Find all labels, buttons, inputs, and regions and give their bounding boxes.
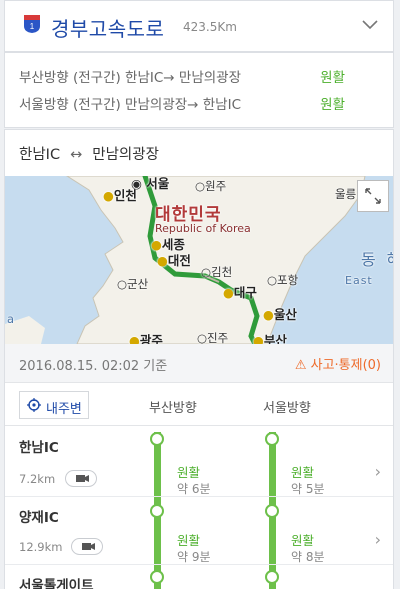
status-label: 부산방향 (전구간) 한남IC→ 만남의광장 <box>19 70 242 86</box>
ic-name: 양재IC <box>19 510 59 526</box>
city-label-busan: ●부산 <box>253 333 287 344</box>
highway-header[interactable]: 1 경부고속도로 423.5Km <box>4 0 394 52</box>
city-label-ulleung: 울릉 <box>335 187 357 201</box>
warning-icon: ⚠ <box>294 358 307 373</box>
sea-label-en: East <box>345 274 373 287</box>
section-row[interactable]: 양재IC 12.9km 원활 약 9분 원활 약 8분 › <box>5 496 393 566</box>
nearby-label: 내주변 <box>46 402 82 417</box>
cctv-button[interactable] <box>71 538 103 555</box>
expand-icon <box>365 188 381 204</box>
city-label-gwangju: ●광주 <box>129 333 163 344</box>
section-row[interactable]: 서울톨게이트 <box>5 564 393 589</box>
city-label-wonju: ○원주 <box>195 179 227 193</box>
node-marker <box>265 570 279 584</box>
tab-seoul-direction[interactable]: 서울방향 <box>263 397 311 416</box>
highway-shield-icon: 1 <box>24 15 40 33</box>
chevron-down-icon[interactable] <box>361 15 379 33</box>
direction-tabs: 내주변 부산방향 서울방향 <box>5 382 393 426</box>
node-marker <box>150 432 164 446</box>
seoul-status: 원활 <box>291 533 315 548</box>
section-row[interactable]: 한남IC 7.2km 원활 약 6분 원활 약 5분 › <box>5 426 393 496</box>
chevron-right-icon: › <box>374 462 381 481</box>
location-target-icon <box>27 398 41 412</box>
seoul-status: 원활 <box>291 465 315 480</box>
ic-distance: 12.9km <box>19 540 63 554</box>
tab-busan-direction[interactable]: 부산방향 <box>149 397 197 416</box>
node-marker <box>265 432 279 446</box>
busan-time: 약 6분 <box>177 482 211 496</box>
cctv-button[interactable] <box>65 470 97 487</box>
route-from: 한남IC <box>19 147 61 163</box>
route-number: 1 <box>30 22 35 31</box>
page: 1 경부고속도로 423.5Km 부산방향 (전구간) 한남IC→ 만남의광장 … <box>0 0 400 589</box>
incident-alert-link[interactable]: ⚠ 사고·통제(0) <box>295 354 381 373</box>
route-title: 한남IC ↔ 만남의광장 <box>19 143 159 164</box>
city-label-incheon: ●인천 <box>103 188 137 203</box>
sea-label: 동 해 <box>361 250 393 269</box>
status-row-busan: 부산방향 (전구간) 한남IC→ 만남의광장 원활 <box>19 66 373 86</box>
busan-status: 원활 <box>177 465 201 480</box>
highway-title: 경부고속도로 <box>51 17 165 41</box>
camera-icon <box>82 543 95 550</box>
node-marker <box>150 504 164 518</box>
city-label-daejeon: ●대전 <box>157 253 191 268</box>
city-label-pohang: ○포항 <box>267 273 299 287</box>
seoul-time: 약 5분 <box>291 482 325 496</box>
status-row-seoul: 서울방향 (전구간) 만남의광장→ 한남IC 원활 <box>19 93 373 113</box>
timestamp: 2016.08.15. 02:02 기준 <box>19 359 168 374</box>
city-label-ulsan: ●울산 <box>263 307 297 322</box>
ic-name: 한남IC <box>19 440 59 456</box>
city-label-jinju: ○진주 <box>197 331 229 344</box>
nearby-button[interactable]: 내주변 <box>19 391 89 419</box>
node-marker <box>265 504 279 518</box>
chevron-right-icon: › <box>374 530 381 549</box>
busan-status: 원활 <box>177 533 201 548</box>
node-marker <box>150 570 164 584</box>
direction-status: 부산방향 (전구간) 한남IC→ 만남의광장 원활 서울방향 (전구간) 만남의… <box>4 52 394 128</box>
route-to: 만남의광장 <box>92 147 159 163</box>
city-label-gimcheon: ○김천 <box>201 265 233 279</box>
highway-distance: 423.5Km <box>183 20 237 34</box>
ic-name: 서울톨게이트 <box>19 578 94 589</box>
seoul-time: 약 8분 <box>291 550 325 564</box>
swap-arrow-icon: ↔ <box>70 147 83 163</box>
city-label-gunsan: ○군산 <box>117 277 149 291</box>
status-label: 서울방향 (전구간) 만남의광장→ 한남IC <box>19 97 242 113</box>
map-edge-text: a <box>7 312 15 326</box>
city-label-daegu: ●대구 <box>223 285 257 300</box>
camera-icon <box>76 475 89 482</box>
map-expand-button[interactable] <box>357 180 389 212</box>
busan-time: 약 9분 <box>177 550 211 564</box>
status-value: 원활 <box>320 97 345 113</box>
route-map[interactable]: ◉ 서울 ●인천 ○원주 울릉 대한민국 Republic of Korea ●… <box>5 176 393 344</box>
ic-distance: 7.2km <box>19 472 56 486</box>
route-card: 한남IC ↔ 만남의광장 ◉ 서울 ●인천 ○원주 울릉 대한민국 Republic… <box>4 129 394 589</box>
timestamp-row: 2016.08.15. 02:02 기준 ⚠ 사고·통제(0) <box>5 344 393 382</box>
status-value: 원활 <box>320 70 345 86</box>
